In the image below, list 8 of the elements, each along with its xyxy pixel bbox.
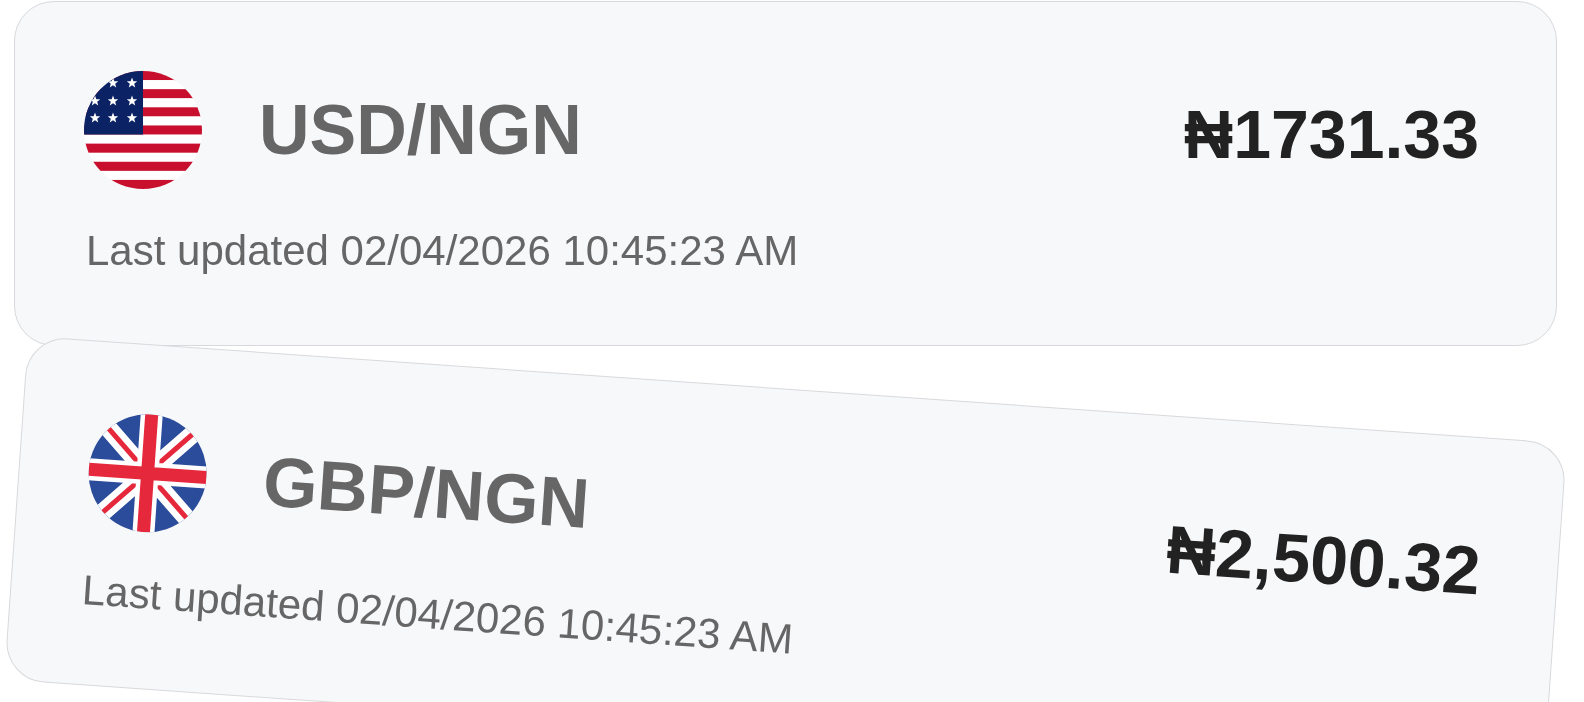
us-flag-icon [84,71,202,189]
exchange-rate: ₦1731.33 [1184,94,1479,174]
exchange-rate: ₦2,500.32 [1164,509,1483,610]
currency-pair: GBP/NGN [260,441,593,545]
currency-pair: USD/NGN [259,89,583,171]
rate-card[interactable]: USD/NGN ₦1731.33 Last updated 02/04/2026 10:45:23 AM [14,1,1557,346]
last-updated-text: Last updated 02/04/2026 10:45:23 AM [86,226,800,276]
last-updated-text: Last updated 02/04/2026 10:45:23 AM [80,565,796,665]
